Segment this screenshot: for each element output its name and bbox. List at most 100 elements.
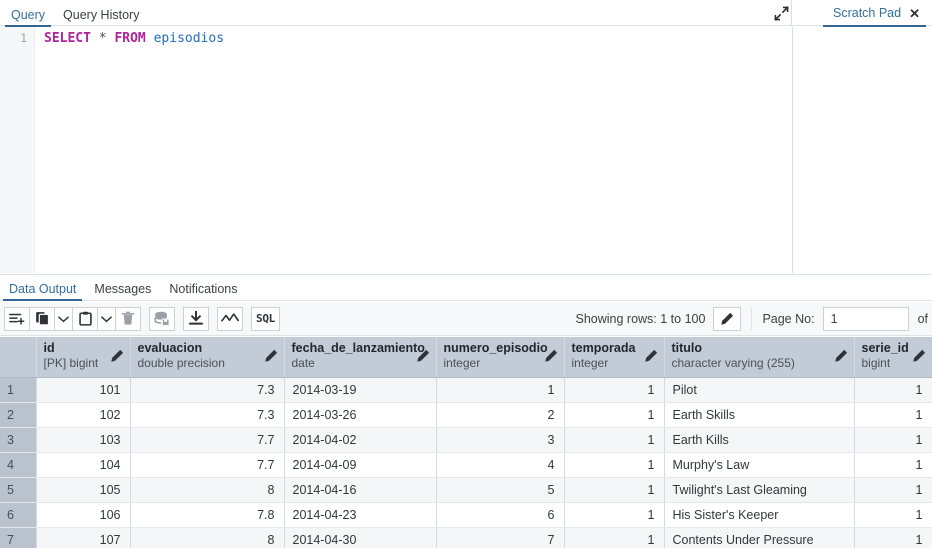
row-number-header[interactable]	[0, 337, 37, 378]
row-number-cell[interactable]: 7	[0, 527, 37, 548]
row-number-cell[interactable]: 6	[0, 502, 37, 528]
tab-query[interactable]: Query	[2, 9, 54, 27]
pencil-icon[interactable]	[544, 349, 558, 363]
cell-id[interactable]: 101	[36, 377, 131, 403]
cell-temporada[interactable]: 1	[564, 527, 665, 548]
sql-icon[interactable]: SQL	[251, 306, 280, 331]
row-number-cell[interactable]: 5	[0, 477, 37, 503]
cell-numero-episodio[interactable]: 4	[436, 452, 565, 478]
page-no-input[interactable]	[822, 306, 909, 331]
tab-messages[interactable]: Messages	[85, 283, 160, 300]
column-header-evaluacion[interactable]: evaluacion double precision	[130, 337, 285, 378]
cell-titulo[interactable]: Earth Skills	[664, 402, 855, 428]
cell-numero-episodio[interactable]: 6	[436, 502, 565, 528]
column-header-temporada[interactable]: temporada integer	[564, 337, 665, 378]
cell-titulo[interactable]: Pilot	[664, 377, 855, 403]
cell-fecha-de-lanzamiento[interactable]: 2014-04-23	[284, 502, 437, 528]
cell-titulo[interactable]: His Sister's Keeper	[664, 502, 855, 528]
cell-titulo[interactable]: Contents Under Pressure	[664, 527, 855, 548]
cell-evaluacion[interactable]: 8	[130, 527, 285, 548]
pencil-icon[interactable]	[644, 349, 658, 363]
tab-notifications[interactable]: Notifications	[160, 283, 246, 300]
pencil-icon[interactable]	[110, 349, 124, 363]
pencil-icon[interactable]	[264, 349, 278, 363]
cell-temporada[interactable]: 1	[564, 377, 665, 403]
cell-evaluacion[interactable]: 7.7	[130, 427, 285, 453]
cell-serie-id[interactable]: 1	[854, 452, 932, 478]
copy-icon[interactable]	[29, 306, 55, 331]
data-grid[interactable]: id [PK] bigint evaluacion double precisi…	[0, 337, 932, 548]
column-header-numero-episodio[interactable]: numero_episodio integer	[436, 337, 565, 378]
cell-fecha-de-lanzamiento[interactable]: 2014-03-19	[284, 377, 437, 403]
editor-code-area[interactable]: SELECT * FROM episodios	[35, 27, 792, 273]
cell-serie-id[interactable]: 1	[854, 402, 932, 428]
paste-icon[interactable]	[72, 306, 98, 331]
cell-fecha-de-lanzamiento[interactable]: 2014-04-09	[284, 452, 437, 478]
save-data-changes-icon[interactable]	[149, 306, 175, 331]
cell-temporada[interactable]: 1	[564, 402, 665, 428]
cell-id[interactable]: 104	[36, 452, 131, 478]
cell-evaluacion[interactable]: 8	[130, 477, 285, 503]
cell-evaluacion[interactable]: 7.3	[130, 402, 285, 428]
tab-scratch-pad[interactable]: Scratch Pad ✕	[823, 0, 926, 27]
cell-serie-id[interactable]: 1	[854, 477, 932, 503]
cell-temporada[interactable]: 1	[564, 427, 665, 453]
pencil-icon[interactable]	[416, 349, 430, 363]
cell-id[interactable]: 106	[36, 502, 131, 528]
cell-titulo[interactable]: Murphy's Law	[664, 452, 855, 478]
table-row[interactable]: 4 104 7.7 2014-04-09 4 1 Murphy's Law 1	[0, 452, 932, 478]
column-header-id[interactable]: id [PK] bigint	[36, 337, 131, 378]
cell-serie-id[interactable]: 1	[854, 377, 932, 403]
cell-serie-id[interactable]: 1	[854, 427, 932, 453]
delete-trash-icon[interactable]	[115, 306, 141, 331]
column-header-fecha-de-lanzamiento[interactable]: fecha_de_lanzamiento date	[284, 337, 437, 378]
cell-fecha-de-lanzamiento[interactable]: 2014-03-26	[284, 402, 437, 428]
pencil-icon[interactable]	[834, 349, 848, 363]
table-row[interactable]: 7 107 8 2014-04-30 7 1 Contents Under Pr…	[0, 527, 932, 548]
cell-id[interactable]: 103	[36, 427, 131, 453]
table-row[interactable]: 2 102 7.3 2014-03-26 2 1 Earth Skills 1	[0, 402, 932, 428]
column-header-serie-id[interactable]: serie_id bigint	[854, 337, 932, 378]
cell-fecha-de-lanzamiento[interactable]: 2014-04-30	[284, 527, 437, 548]
cell-evaluacion[interactable]: 7.3	[130, 377, 285, 403]
row-number-cell[interactable]: 2	[0, 402, 37, 428]
cell-serie-id[interactable]: 1	[854, 502, 932, 528]
cell-id[interactable]: 107	[36, 527, 131, 548]
table-row[interactable]: 1 101 7.3 2014-03-19 1 1 Pilot 1	[0, 377, 932, 403]
cell-fecha-de-lanzamiento[interactable]: 2014-04-16	[284, 477, 437, 503]
table-row[interactable]: 5 105 8 2014-04-16 5 1 Twilight's Last G…	[0, 477, 932, 503]
cell-titulo[interactable]: Twilight's Last Gleaming	[664, 477, 855, 503]
download-icon[interactable]	[183, 306, 209, 331]
scratch-pad-panel[interactable]	[793, 27, 932, 273]
cell-numero-episodio[interactable]: 3	[436, 427, 565, 453]
row-number-cell[interactable]: 3	[0, 427, 37, 453]
cell-evaluacion[interactable]: 7.8	[130, 502, 285, 528]
close-icon[interactable]: ✕	[909, 7, 920, 20]
expand-diagonal-icon[interactable]	[770, 3, 792, 23]
cell-numero-episodio[interactable]: 7	[436, 527, 565, 548]
cell-temporada[interactable]: 1	[564, 502, 665, 528]
column-header-titulo[interactable]: titulo character varying (255)	[664, 337, 855, 378]
cell-numero-episodio[interactable]: 2	[436, 402, 565, 428]
pencil-icon[interactable]	[912, 349, 926, 363]
row-number-cell[interactable]: 1	[0, 377, 37, 403]
table-row[interactable]: 3 103 7.7 2014-04-02 3 1 Earth Kills 1	[0, 427, 932, 453]
cell-fecha-de-lanzamiento[interactable]: 2014-04-02	[284, 427, 437, 453]
cell-temporada[interactable]: 1	[564, 452, 665, 478]
add-row-icon[interactable]	[4, 306, 30, 331]
pencil-icon[interactable]	[713, 306, 742, 331]
cell-id[interactable]: 102	[36, 402, 131, 428]
tab-query-history[interactable]: Query History	[54, 9, 148, 26]
graph-visualiser-icon[interactable]	[217, 306, 243, 331]
tab-data-output[interactable]: Data Output	[0, 283, 85, 301]
cell-temporada[interactable]: 1	[564, 477, 665, 503]
copy-options-caret-icon[interactable]	[54, 306, 73, 331]
cell-id[interactable]: 105	[36, 477, 131, 503]
row-number-cell[interactable]: 4	[0, 452, 37, 478]
cell-titulo[interactable]: Earth Kills	[664, 427, 855, 453]
paste-options-caret-icon[interactable]	[97, 306, 116, 331]
cell-evaluacion[interactable]: 7.7	[130, 452, 285, 478]
table-row[interactable]: 6 106 7.8 2014-04-23 6 1 His Sister's Ke…	[0, 502, 932, 528]
cell-numero-episodio[interactable]: 1	[436, 377, 565, 403]
cell-numero-episodio[interactable]: 5	[436, 477, 565, 503]
